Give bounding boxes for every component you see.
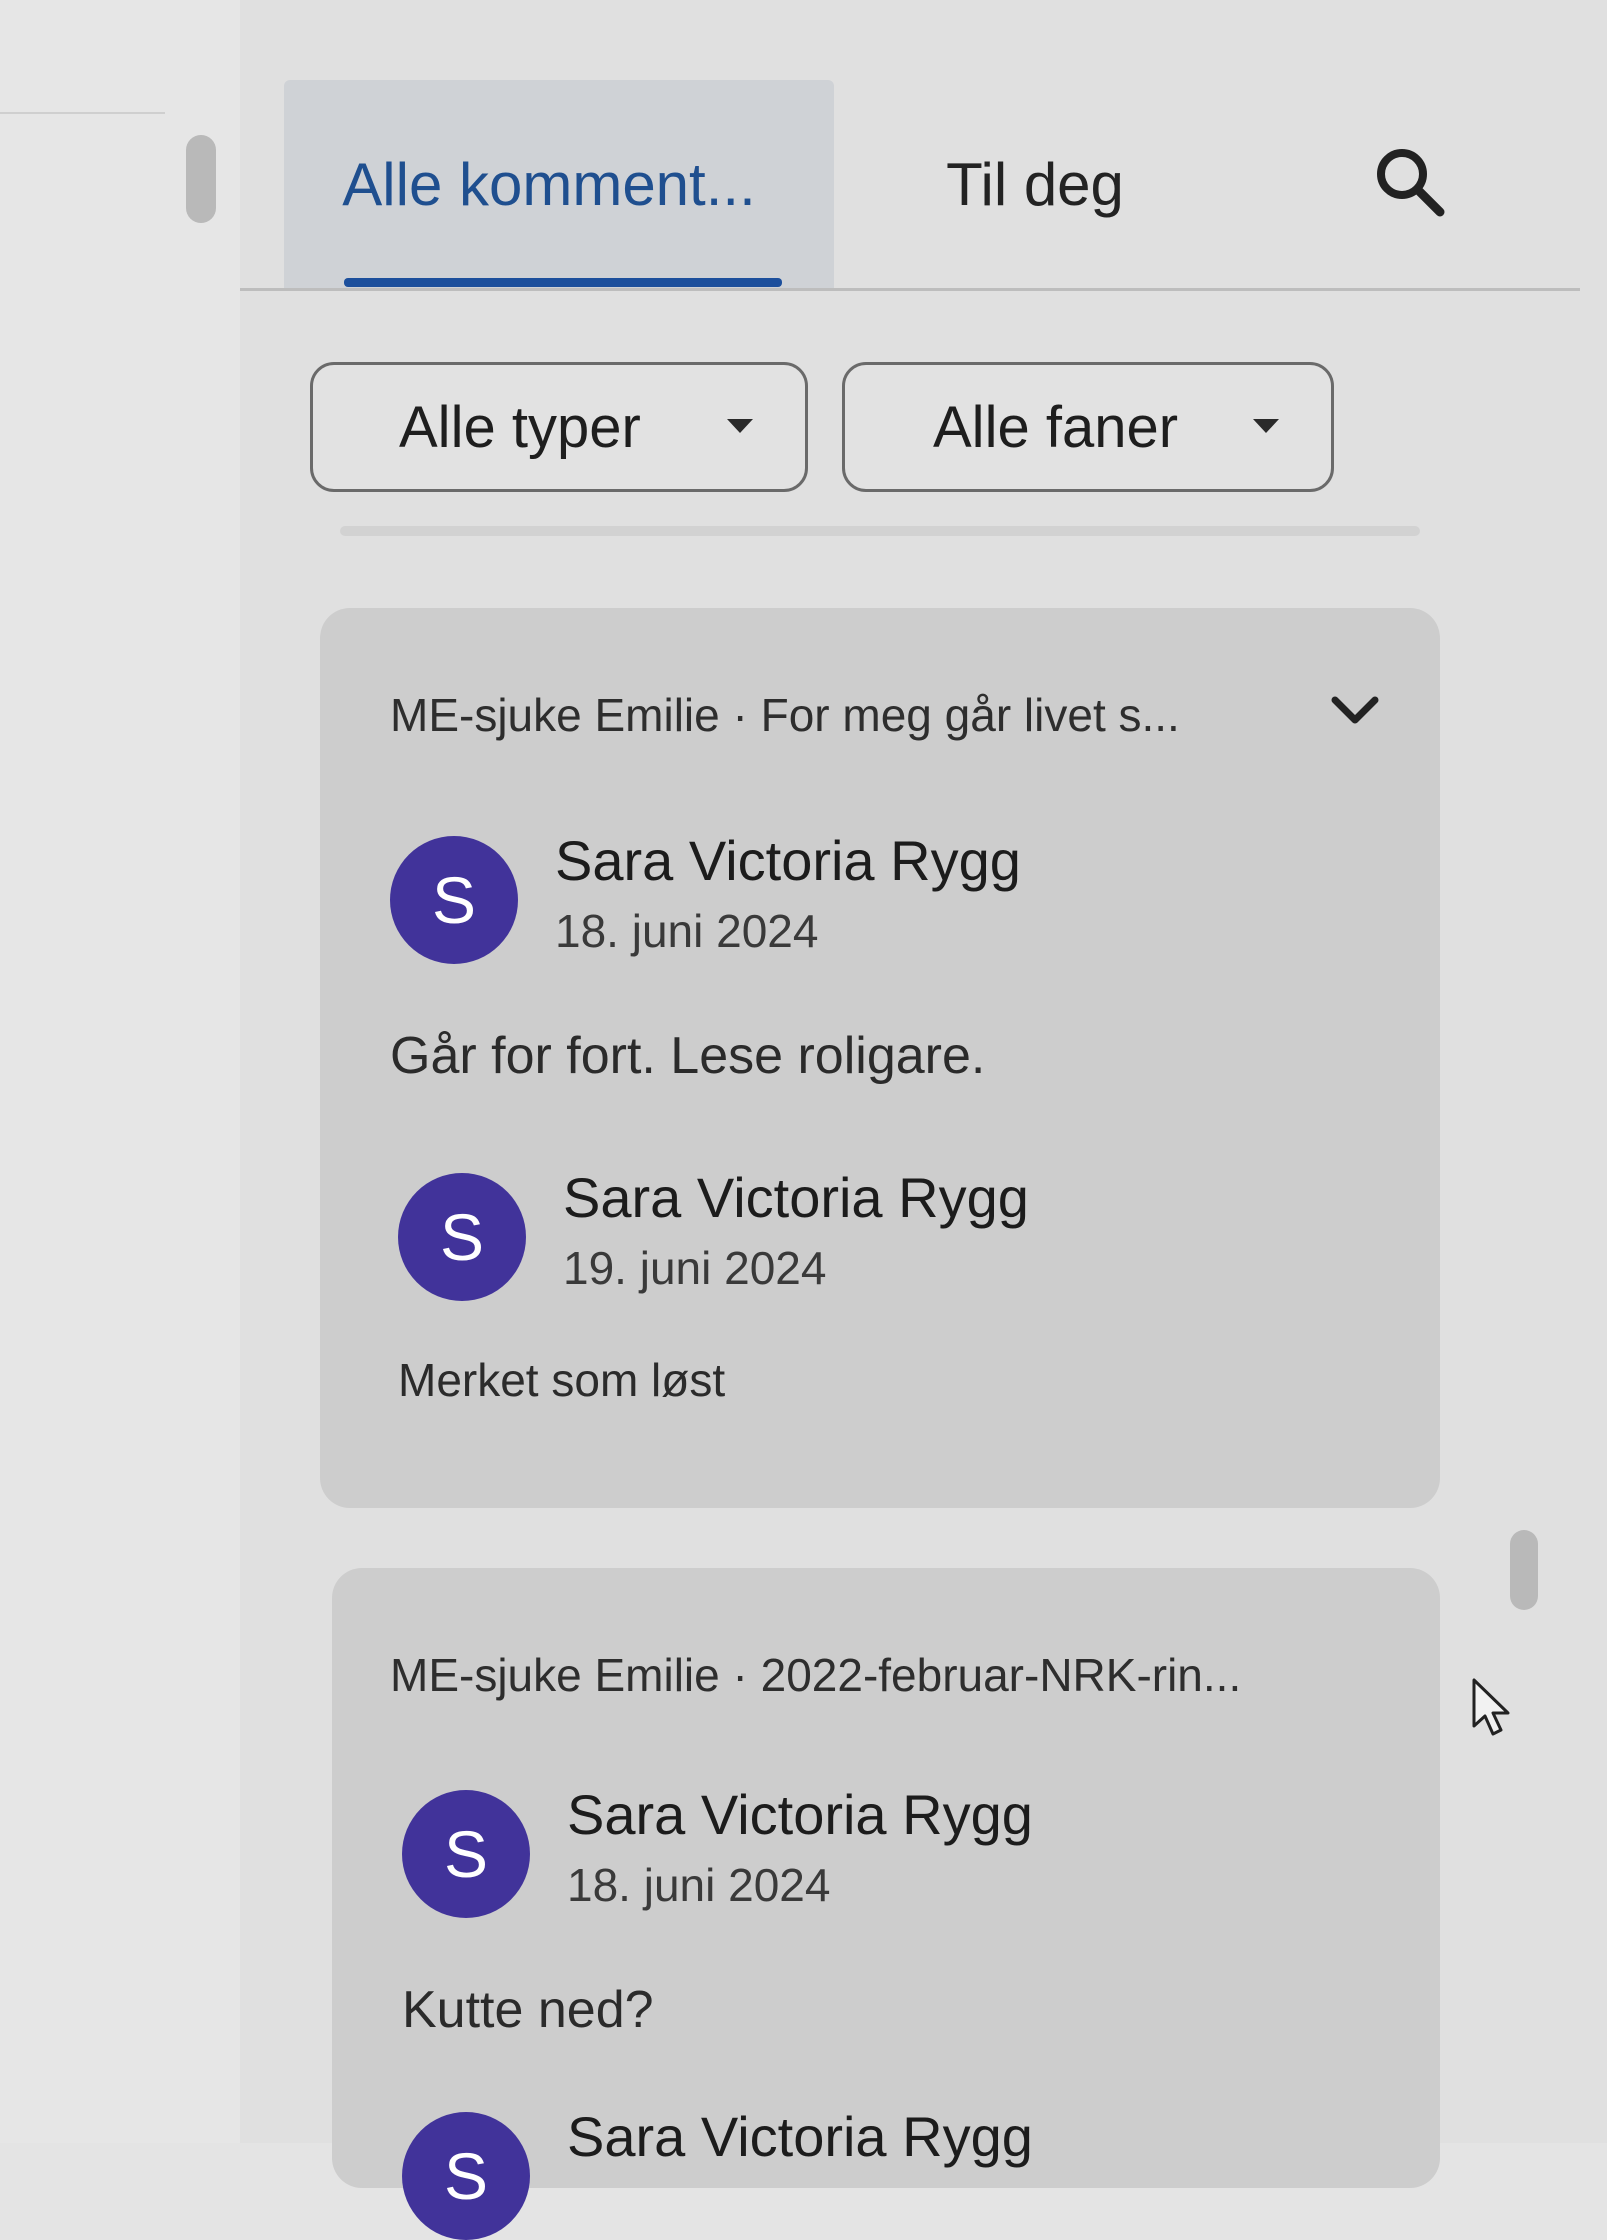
comment-thread[interactable]: ME-sjuke Emilie · For meg går livet s...… (320, 608, 1440, 1508)
collapse-thread-button[interactable] (1320, 680, 1390, 740)
resolved-status-text: Merket som løst (398, 1354, 726, 1406)
comment: S Sara Victoria Rygg 18. juni 2024 Går f… (390, 829, 1390, 1085)
comment-text: Kutte ned? (402, 1981, 654, 2039)
chevron-down-icon (1331, 696, 1379, 724)
filter-all-tabs-dropdown[interactable]: Alle faner (842, 362, 1334, 492)
comment: S Sara Victoria Rygg (402, 2105, 1402, 2240)
avatar[interactable]: S (402, 2112, 530, 2240)
avatar[interactable]: S (398, 1173, 526, 1301)
tab-for-you[interactable]: Til deg (860, 80, 1210, 288)
tab-bar: Alle komment... Til deg (240, 80, 1580, 291)
tab-divider (240, 288, 1580, 291)
comment: S Sara Victoria Rygg 19. juni 2024 Merke… (398, 1166, 1398, 1406)
mouse-pointer-icon (1470, 1676, 1514, 1745)
comment-date: 18. juni 2024 (567, 1859, 831, 1911)
filter-all-types-label: Alle typer (399, 394, 641, 460)
left-scrollbar-thumb[interactable] (186, 135, 216, 223)
tab-all-comments[interactable]: Alle komment... (284, 80, 834, 288)
left-margin-area (0, 0, 240, 2143)
tab-for-you-label: Til deg (946, 150, 1124, 218)
caret-down-icon (1253, 419, 1279, 433)
avatar[interactable]: S (402, 1790, 530, 1918)
left-divider (0, 112, 165, 114)
comments-panel: Alle komment... Til deg Alle typer Alle … (240, 0, 1607, 2240)
filter-all-types-dropdown[interactable]: Alle typer (310, 362, 808, 492)
filter-divider (340, 526, 1420, 536)
comment-author: Sara Victoria Rygg (555, 829, 1021, 892)
tab-all-comments-label: Alle komment... (342, 150, 756, 218)
caret-down-icon (727, 419, 753, 433)
comment-author: Sara Victoria Rygg (567, 2105, 1033, 2168)
comment-date: 19. juni 2024 (563, 1242, 827, 1294)
search-button[interactable] (1360, 132, 1460, 232)
thread-header: ME-sjuke Emilie · 2022-februar-NRK-rin..… (390, 1649, 1242, 1701)
search-icon (1377, 149, 1445, 217)
filter-all-tabs-label: Alle faner (933, 394, 1179, 460)
comment-thread[interactable]: ME-sjuke Emilie · 2022-februar-NRK-rin..… (332, 1568, 1440, 2240)
comment: S Sara Victoria Rygg 18. juni 2024 Kutte… (402, 1783, 1402, 2039)
right-scrollbar-thumb[interactable] (1510, 1530, 1538, 1610)
comment-date: 18. juni 2024 (555, 905, 819, 957)
avatar[interactable]: S (390, 836, 518, 964)
comment-author: Sara Victoria Rygg (567, 1783, 1033, 1846)
comment-author: Sara Victoria Rygg (563, 1166, 1029, 1229)
thread-header: ME-sjuke Emilie · For meg går livet s... (390, 689, 1180, 741)
active-tab-indicator (344, 278, 782, 287)
comment-text: Går for fort. Lese roligare. (390, 1027, 986, 1085)
